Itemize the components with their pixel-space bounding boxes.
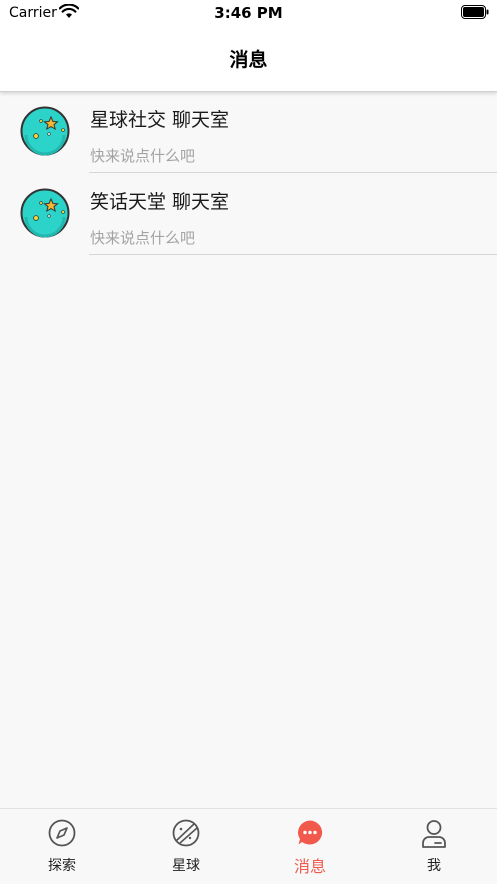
row-divider (89, 254, 497, 255)
navigation-bar: 消息 (0, 28, 497, 92)
chat-room-title: 星球社交 聊天室 (90, 109, 230, 131)
planet-avatar-icon (20, 106, 70, 156)
status-time: 3:46 PM (214, 4, 283, 22)
chat-list: 星球社交 聊天室 快来说点什么吧 笑话天堂 聊天室 快来说点什么吧 (0, 92, 497, 256)
page-title: 消息 (229, 49, 268, 71)
chat-bubble-icon (298, 820, 323, 845)
battery-icon (461, 5, 489, 19)
row-divider (89, 172, 497, 173)
tab-label: 我 (427, 858, 441, 874)
person-icon (422, 820, 446, 848)
tab-label: 消息 (293, 857, 326, 876)
planet-icon (172, 819, 200, 847)
chat-room-title: 笑话天堂 聊天室 (90, 191, 230, 213)
compass-icon (48, 819, 76, 847)
chat-room-subtitle: 快来说点什么吧 (90, 147, 196, 165)
tab-label: 星球 (172, 858, 200, 874)
chat-room-subtitle: 快来说点什么吧 (90, 229, 196, 247)
tab-bar: 探索 星球 消息 我 (0, 808, 497, 884)
tab-label: 探索 (48, 858, 76, 874)
tab-planet[interactable]: 星球 (124, 809, 248, 884)
status-bar: Carrier 3:46 PM (0, 0, 497, 28)
tab-messages[interactable]: 消息 (248, 809, 372, 884)
tab-me[interactable]: 我 (372, 809, 496, 884)
chat-room-row[interactable]: 星球社交 聊天室 快来说点什么吧 (0, 92, 497, 174)
chat-room-row[interactable]: 笑话天堂 聊天室 快来说点什么吧 (0, 174, 497, 256)
planet-avatar-icon (20, 188, 70, 238)
tab-explore[interactable]: 探索 (0, 809, 124, 884)
